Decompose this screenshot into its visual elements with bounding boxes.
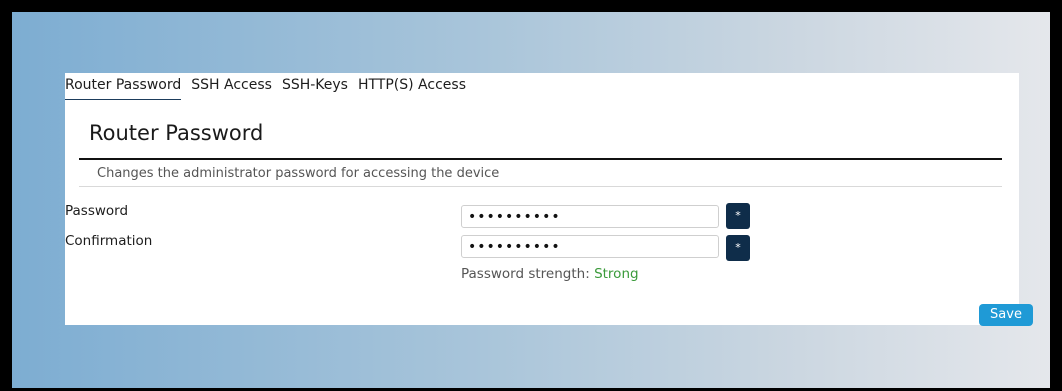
tab-ssh-access[interactable]: SSH Access [191,77,272,100]
password-strength-value: Strong [594,266,639,282]
title-divider [79,158,1002,160]
asterisk-icon: * [735,241,741,254]
asterisk-icon: * [735,209,741,222]
password-strength: Password strength: Strong [461,266,639,282]
confirmation-field[interactable] [461,235,719,258]
password-label: Password [65,203,129,219]
confirmation-reveal-button[interactable]: * [726,235,750,261]
description-divider [79,186,1002,187]
confirmation-label: Confirmation [65,233,153,249]
tab-https-access[interactable]: HTTP(S) Access [358,77,466,100]
tab-router-password[interactable]: Router Password [65,77,182,100]
tab-bar: Router Password SSH Access SSH-Keys HTTP… [65,77,476,100]
save-button[interactable]: Save [979,304,1033,326]
tab-ssh-keys[interactable]: SSH-Keys [282,77,348,100]
section-description: Changes the administrator password for a… [97,166,500,181]
password-strength-label: Password strength: [461,266,590,282]
password-field[interactable] [461,205,719,228]
section-title: Router Password [89,121,264,145]
settings-panel: Router Password SSH Access SSH-Keys HTTP… [65,73,1019,325]
password-reveal-button[interactable]: * [726,203,750,229]
right-border [1050,0,1062,391]
